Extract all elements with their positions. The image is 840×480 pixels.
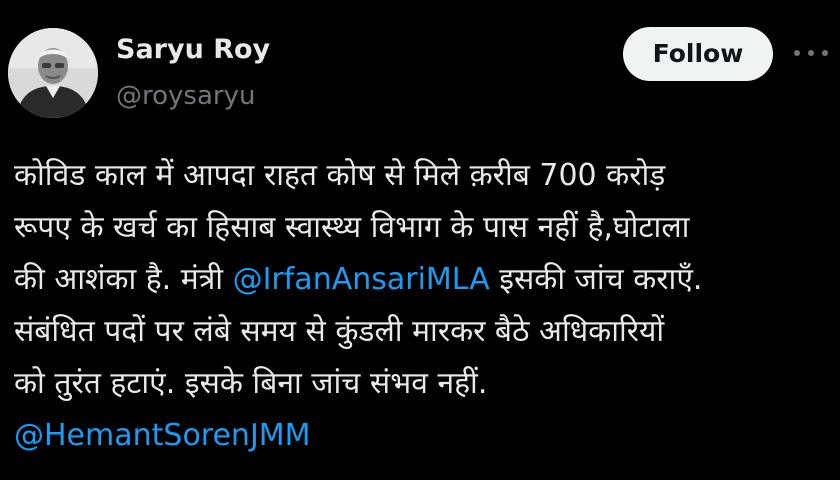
tweet-line: कोविड काल में आपदा राहत कोष से मिले क़री… xyxy=(14,150,832,202)
tweet-line-text: को तुरंत हटाएं. इसके बिना जांच संभव नहीं… xyxy=(14,366,488,401)
mention-link-hemant-soren[interactable]: @HemantSorenJMM xyxy=(14,418,311,453)
tweet-line-text: की आशंका है. मंत्री xyxy=(14,262,233,297)
dot-icon xyxy=(794,50,800,56)
dot-icon xyxy=(822,50,828,56)
follow-button[interactable]: Follow xyxy=(623,27,773,81)
tweet-line: की आशंका है. मंत्री @IrfanAnsariMLA इसकी… xyxy=(14,254,832,306)
tweet-line: को तुरंत हटाएं. इसके बिना जांच संभव नहीं… xyxy=(14,358,832,410)
user-handle[interactable]: @roysaryu xyxy=(116,80,255,112)
tweet-line-text: कोविड काल में आपदा राहत कोष से मिले क़री… xyxy=(14,158,666,193)
display-name[interactable]: Saryu Roy xyxy=(116,33,270,67)
tweet-line-text: संबंधित पदों पर लंबे समय से कुंडली मारकर… xyxy=(14,314,665,349)
tweet-line-text: इसकी जांच कराएँ. xyxy=(489,262,703,297)
more-options-icon[interactable] xyxy=(794,38,828,68)
tweet-line: @HemantSorenJMM xyxy=(14,410,832,462)
profile-photo-icon xyxy=(8,28,98,118)
mention-link-irfan-ansari[interactable]: @IrfanAnsariMLA xyxy=(233,262,490,297)
tweet-line-text: रूपए के खर्च का हिसाब स्वास्थ्य विभाग के… xyxy=(14,210,690,245)
tweet-text: कोविड काल में आपदा राहत कोष से मिले क़री… xyxy=(14,150,832,462)
tweet-line: संबंधित पदों पर लंबे समय से कुंडली मारकर… xyxy=(14,306,832,358)
dot-icon xyxy=(808,50,814,56)
tweet-card: Saryu Roy @roysaryu Follow कोविड काल में… xyxy=(0,0,840,480)
tweet-line: रूपए के खर्च का हिसाब स्वास्थ्य विभाग के… xyxy=(14,202,832,254)
avatar[interactable] xyxy=(8,28,98,118)
